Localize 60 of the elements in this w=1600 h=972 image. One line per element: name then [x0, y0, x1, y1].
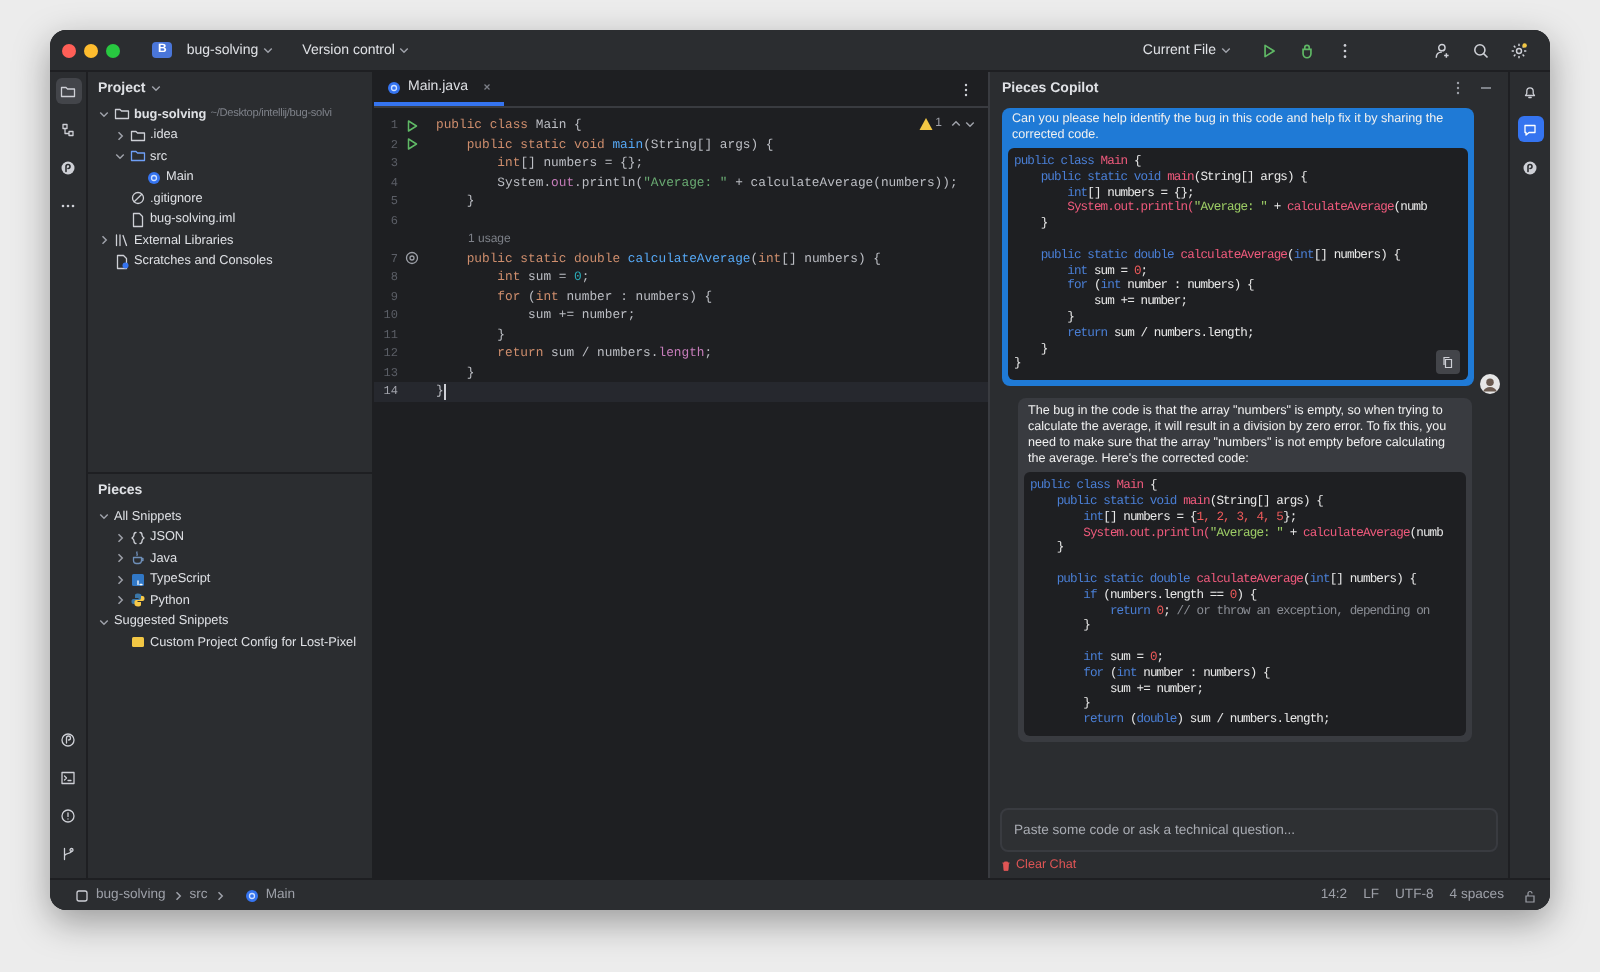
class-icon [386, 79, 402, 95]
chevron-icon[interactable] [97, 108, 109, 121]
copy-icon [1440, 354, 1456, 371]
warning-icon[interactable] [917, 116, 934, 132]
note-icon [130, 634, 146, 651]
chat-icon [1522, 121, 1538, 137]
library-icon [114, 232, 130, 249]
chevron-icon[interactable] [113, 129, 125, 142]
logo-icon [1522, 159, 1538, 175]
chevron-up-icon[interactable] [950, 118, 962, 130]
snake-icon [130, 592, 146, 609]
chevron-icon [171, 889, 184, 901]
chevron-down-icon[interactable] [149, 82, 162, 94]
override-icon[interactable] [404, 250, 420, 267]
logo-icon [60, 731, 76, 747]
chevron-icon[interactable] [97, 615, 109, 628]
chevron-icon[interactable] [97, 234, 109, 247]
structure-icon [60, 121, 76, 137]
tool-window-button[interactable] [1517, 116, 1543, 142]
chevron-icon[interactable] [113, 552, 125, 565]
terminal-icon [60, 769, 76, 785]
avatar-icon [1480, 374, 1500, 395]
add-user-icon[interactable] [1434, 41, 1452, 59]
settings-icon[interactable] [1510, 41, 1528, 59]
scratch-file-icon [114, 253, 130, 270]
ignore-file-icon [130, 190, 146, 207]
class-icon [146, 169, 162, 186]
chevron-icon[interactable] [97, 510, 109, 523]
search-icon[interactable] [1472, 41, 1490, 59]
run-icon[interactable] [1260, 41, 1278, 59]
class-icon [243, 887, 260, 903]
chevron-down-icon [262, 44, 275, 56]
chevron-down-icon [1220, 44, 1232, 56]
close-window-button[interactable] [62, 43, 76, 57]
lock-icon[interactable] [1522, 887, 1538, 903]
text-caret [443, 383, 446, 400]
file-icon [130, 211, 146, 228]
branch-icon [60, 845, 76, 861]
chevron-icon[interactable] [113, 531, 125, 544]
zoom-window-button[interactable] [106, 43, 120, 57]
chevron-icon [213, 889, 226, 901]
module-icon [74, 887, 90, 903]
warning-circle-icon [60, 807, 76, 823]
bell-icon [1522, 83, 1538, 99]
minimize-window-button[interactable] [84, 43, 98, 57]
cup-icon [130, 550, 146, 567]
folder-icon [60, 83, 76, 99]
chevron-down-icon[interactable] [964, 118, 976, 130]
copy-button[interactable] [1436, 350, 1460, 375]
chevron-icon[interactable] [113, 573, 125, 586]
tool-window-button[interactable] [55, 78, 81, 104]
chevron-icon[interactable] [113, 594, 125, 607]
chevron-down-icon [398, 44, 411, 56]
braces-icon [130, 529, 146, 546]
close-icon[interactable] [481, 82, 492, 92]
square-icon [130, 571, 146, 588]
chevron-icon[interactable] [113, 150, 125, 163]
bug-icon[interactable] [1298, 41, 1316, 59]
trash-icon [1000, 859, 1012, 871]
logo-icon [60, 159, 76, 175]
